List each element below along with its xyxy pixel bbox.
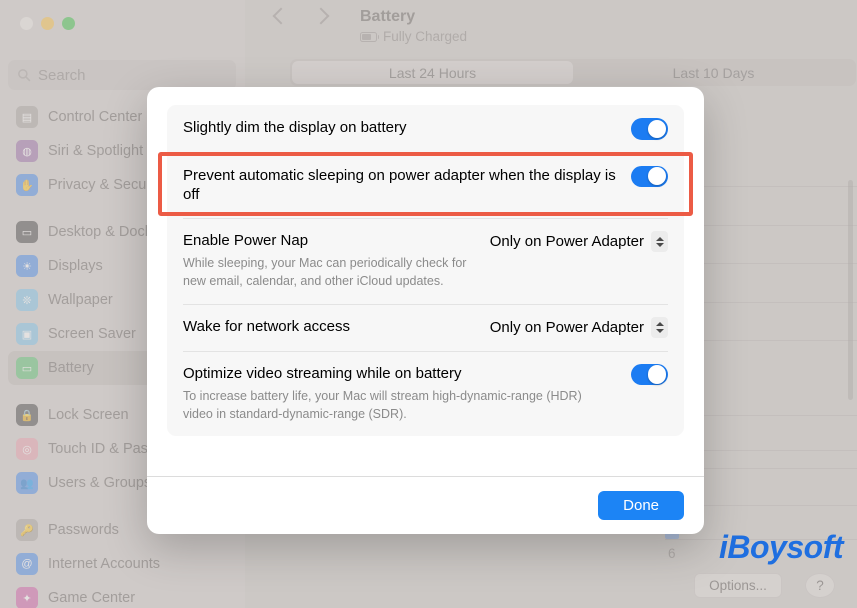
window-controls [20,17,75,30]
toggle-switch[interactable] [631,165,668,187]
screen-saver-icon: ▣ [16,323,38,345]
sheet-body: Slightly dim the display on battery Preve… [147,87,704,437]
sidebar-item-label: Battery [48,360,94,376]
sidebar-item-label: Siri & Spotlight [48,143,144,159]
option-title: Prevent automatic sleeping on power adap… [183,166,616,204]
sidebar-item-label: Game Center [48,590,136,606]
sheet-footer: Done [147,477,704,534]
toggle-knob [648,119,667,138]
tab-last-24-hours[interactable]: Last 24 Hours [292,61,573,84]
close-button[interactable] [20,17,33,30]
toggle-knob [648,365,667,384]
battery-full-icon [360,31,380,42]
toggle-switch[interactable] [631,363,668,386]
option-title: Enable Power Nap [183,232,309,250]
sidebar-item-label: Screen Saver [48,326,136,342]
option-text: Wake for network access [183,317,490,337]
option-control [631,118,668,140]
time-range-tabs: Last 24 Hours Last 10 Days [290,59,856,86]
option-row: Wake for network access Only on Power Ada… [167,303,684,351]
vertical-scrollbar[interactable] [848,180,853,400]
search-icon [18,69,31,82]
sidebar-item-game-center[interactable]: ✦ Game Center [8,581,237,608]
chevron-updown-icon [651,231,668,253]
popup-menu[interactable]: Only on Power Adapter [489,316,668,338]
battery-status: Fully Charged [360,29,467,44]
sidebar-item-label: Displays [48,258,103,274]
options-card: Slightly dim the display on battery Preve… [167,105,684,437]
game-center-icon: ✦ [16,587,38,608]
control-center-icon: ▤ [16,106,38,128]
option-text: Slightly dim the display on battery [183,118,631,138]
option-control: Only on Power Adapter [489,316,668,338]
forward-chevron-icon[interactable] [312,7,330,25]
option-control: Only on Power Adapter [489,231,668,253]
help-button[interactable]: ? [805,573,835,598]
option-row: Prevent automatic sleeping on power adap… [167,152,684,219]
page-title: Battery [360,8,416,25]
touch-id-icon: ◎ [16,438,38,460]
option-text: Enable Power Nap While sleeping, your Mac… [183,231,490,290]
privacy-hand-icon: ✋ [16,174,38,196]
search-field[interactable]: Search [8,60,236,90]
option-description: While sleeping, your Mac can periodicall… [183,256,467,289]
xtick-6-bottom: 6 [668,546,676,561]
sidebar-item-label: Passwords [48,522,119,538]
passwords-key-icon: 🔑 [16,519,38,541]
users-groups-icon: 👥 [16,472,38,494]
sidebar-item-label: Control Center [48,109,143,125]
sidebar-item-label: Users & Groups [48,475,152,491]
sidebar-item-label: Lock Screen [48,407,129,423]
tab-last-10-days[interactable]: Last 10 Days [573,61,854,84]
wallpaper-icon: ❊ [16,289,38,311]
sidebar-item-label: Wallpaper [48,292,113,308]
battery-options-sheet: Slightly dim the display on battery Preve… [147,87,704,534]
option-row: Enable Power Nap While sleeping, your Mac… [167,218,684,303]
toggle-switch[interactable] [631,118,668,140]
back-chevron-icon[interactable] [272,7,290,25]
lock-screen-icon: 🔒 [16,404,38,426]
option-row: Optimize video streaming while on batter… [167,350,684,436]
option-control [631,363,668,386]
options-button[interactable]: Options... [694,573,782,598]
option-text: Optimize video streaming while on batter… [183,364,631,423]
option-title: Optimize video streaming while on batter… [183,364,462,382]
sidebar-item-label: Internet Accounts [48,556,161,572]
sidebar-item-label: Desktop & Dock [48,224,152,240]
popup-menu[interactable]: Only on Power Adapter [489,231,668,253]
option-description: To increase battery life, your Mac will … [183,388,582,421]
option-control [631,165,668,187]
option-text: Prevent automatic sleeping on power adap… [183,166,631,206]
option-title: Slightly dim the display on battery [183,119,407,136]
search-placeholder: Search [38,66,86,84]
navigation-buttons [272,7,330,25]
chevron-updown-icon [651,316,668,338]
sidebar-item-internet-accounts[interactable]: @ Internet Accounts [8,547,237,581]
option-title: Wake for network access [183,317,350,335]
popup-value: Only on Power Adapter [489,318,644,336]
minimize-button[interactable] [41,17,54,30]
done-button[interactable]: Done [598,491,684,520]
iboysoft-watermark: iBoysoft [719,529,844,565]
option-row: Slightly dim the display on battery [167,105,684,153]
battery-status-label: Fully Charged [383,29,468,44]
popup-value: Only on Power Adapter [489,233,644,251]
desktop-dock-icon: ▭ [16,221,38,243]
siri-icon: ◍ [16,140,38,162]
battery-icon: ▭ [16,357,38,379]
displays-icon: ☀ [16,255,38,277]
zoom-button[interactable] [62,17,75,30]
toggle-knob [648,167,667,186]
internet-accounts-icon: @ [16,553,38,575]
